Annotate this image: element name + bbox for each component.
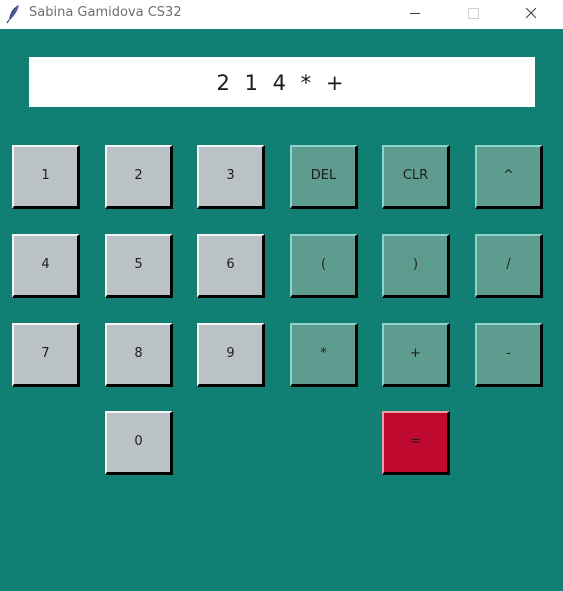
feather-icon	[6, 4, 22, 24]
equals-button[interactable]: =	[382, 411, 450, 475]
title-bar[interactable]: Sabina Gamidova CS32	[0, 0, 563, 29]
minus-button[interactable]: -	[475, 323, 543, 387]
digit-1-button[interactable]: 1	[12, 145, 80, 209]
digit-2-button[interactable]: 2	[105, 145, 173, 209]
window-title: Sabina Gamidova CS32	[29, 5, 182, 20]
close-paren-button[interactable]: )	[382, 234, 450, 298]
delete-button[interactable]: DEL	[290, 145, 358, 209]
power-button[interactable]: ^	[475, 145, 543, 209]
multiply-button[interactable]: *	[290, 323, 358, 387]
plus-button[interactable]: +	[382, 323, 450, 387]
expression-display: 2 1 4 * +	[29, 57, 535, 107]
digit-8-button[interactable]: 8	[105, 323, 173, 387]
digit-6-button[interactable]: 6	[197, 234, 265, 298]
digit-3-button[interactable]: 3	[197, 145, 265, 209]
digit-0-button[interactable]: 0	[105, 411, 173, 475]
open-paren-button[interactable]: (	[290, 234, 358, 298]
digit-4-button[interactable]: 4	[12, 234, 80, 298]
calculator-panel: 2 1 4 * + 1 2 3 DEL CLR ^ 4 5 6 ( ) / 7 …	[0, 29, 563, 591]
digit-7-button[interactable]: 7	[12, 323, 80, 387]
digit-5-button[interactable]: 5	[105, 234, 173, 298]
close-icon[interactable]	[508, 0, 554, 29]
clear-button[interactable]: CLR	[382, 145, 450, 209]
minimize-icon[interactable]	[392, 0, 438, 29]
digit-9-button[interactable]: 9	[197, 323, 265, 387]
expression-display-text: 2 1 4 * +	[216, 71, 348, 95]
maximize-icon[interactable]	[450, 0, 496, 29]
divide-button[interactable]: /	[475, 234, 543, 298]
